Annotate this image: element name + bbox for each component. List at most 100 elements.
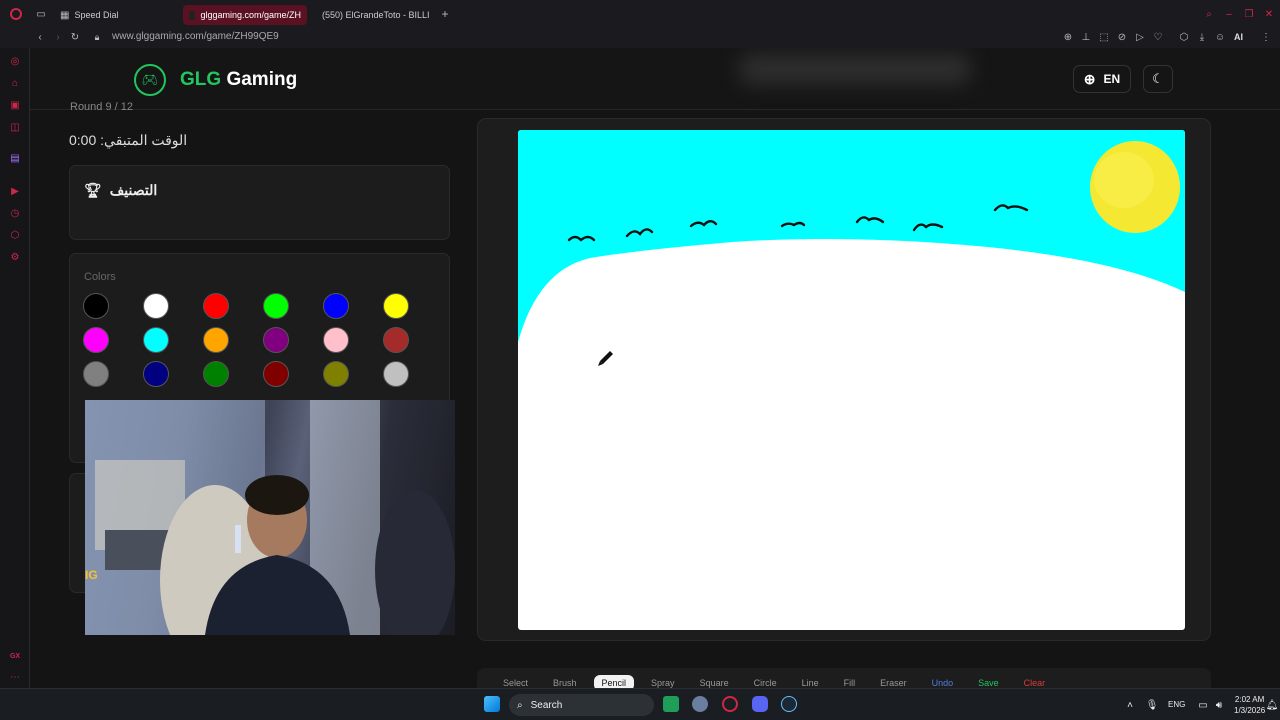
new-tab-icon[interactable]: + <box>439 7 451 21</box>
player-icon[interactable]: ▶ <box>8 184 22 198</box>
tray-chevron-icon[interactable]: ˄ <box>1124 699 1136 711</box>
windows-start-icon[interactable] <box>484 696 500 712</box>
play-icon[interactable]: ▷ <box>1134 31 1146 43</box>
language-indicator[interactable]: ENG <box>1168 700 1185 709</box>
maximize-icon[interactable]: ❐ <box>1243 8 1255 20</box>
tool-brush-button[interactable]: Brush <box>545 675 585 688</box>
back-icon[interactable]: ‹ <box>34 31 46 43</box>
round-label: Round 9 / 12 <box>70 101 133 113</box>
workspaces-icon[interactable]: ▭ <box>34 8 48 20</box>
webcam-overlay: IG <box>85 400 455 635</box>
browser-tab-bar: ▭ ▦ Speed Dial glggaming.com/game/ZH (55… <box>0 0 1280 28</box>
discord-icon[interactable] <box>752 696 768 712</box>
color-swatch[interactable] <box>323 327 349 353</box>
color-swatch[interactable] <box>83 361 109 387</box>
tool-fill-button[interactable]: Fill <box>836 675 864 688</box>
tab-glggaming[interactable]: glggaming.com/game/ZH <box>183 5 307 25</box>
color-swatch[interactable] <box>323 361 349 387</box>
lock-icon[interactable]: 🔒︎ <box>91 31 103 43</box>
zoom-icon[interactable]: ⊕ <box>1062 31 1074 43</box>
color-swatch[interactable] <box>203 327 229 353</box>
close-window-icon[interactable]: ✕ <box>1263 8 1275 20</box>
color-swatch[interactable] <box>203 293 229 319</box>
color-swatch[interactable] <box>383 327 409 353</box>
color-swatch[interactable] <box>143 293 169 319</box>
site-brand[interactable]: GLG Gaming <box>180 69 297 91</box>
color-swatch[interactable] <box>143 327 169 353</box>
app-icon[interactable] <box>663 696 679 712</box>
drawing-canvas[interactable] <box>518 130 1185 630</box>
brand-rest: Gaming <box>226 69 298 90</box>
color-swatch[interactable] <box>383 361 409 387</box>
instagram-icon[interactable]: ◫ <box>8 120 22 134</box>
color-swatch[interactable] <box>143 361 169 387</box>
tool-save-button[interactable]: Save <box>970 675 1007 688</box>
globe-icon: ⊕ <box>1083 70 1096 87</box>
twitch-icon[interactable]: ▤ <box>8 151 22 165</box>
address-bar: ‹ › ↻ 🔒︎ www.glggaming.com/game/ZH99QE9 … <box>0 28 1280 48</box>
color-swatch[interactable] <box>323 293 349 319</box>
url-field[interactable]: www.glggaming.com/game/ZH99QE9 <box>112 31 279 42</box>
glg-favicon-icon <box>189 10 196 20</box>
leaderboard-card: 🏆︎ التصنيف <box>69 165 450 240</box>
reload-icon[interactable]: ↻ <box>69 31 81 43</box>
clock-date: 1/3/2026 <box>1234 706 1266 715</box>
tool-pencil-button[interactable]: Pencil <box>593 675 635 688</box>
gx-corner-icon[interactable]: ⌂ <box>8 76 22 90</box>
settings-icon[interactable]: ⚙ <box>8 250 22 264</box>
tool-undo-button[interactable]: Undo <box>924 675 962 688</box>
taskbar-clock[interactable]: 2:02 AM 1/3/2026 <box>1234 694 1265 716</box>
messenger-icon[interactable]: ▣ <box>8 98 22 112</box>
aria-ai-button[interactable]: AI <box>1234 32 1243 42</box>
steam-icon[interactable] <box>781 696 797 712</box>
network-icon[interactable]: ▭ <box>1197 699 1209 711</box>
forward-icon[interactable]: › <box>52 31 64 43</box>
tab-label: glggaming.com/game/ZH <box>200 10 301 20</box>
opera-logo-icon[interactable] <box>10 8 22 20</box>
color-swatch[interactable] <box>83 293 109 319</box>
opera-gx-taskbar-icon[interactable] <box>722 696 738 712</box>
tool-circle-button[interactable]: Circle <box>746 675 785 688</box>
color-swatch[interactable] <box>203 361 229 387</box>
language-button[interactable]: ⊕ EN <box>1073 65 1131 93</box>
tool-line-button[interactable]: Line <box>794 675 827 688</box>
tool-select-button[interactable]: Select <box>495 675 536 688</box>
adblock-icon[interactable]: ⊘ <box>1116 31 1128 43</box>
history-icon[interactable]: ◷ <box>8 206 22 220</box>
tab-label: Speed Dial <box>74 10 119 20</box>
theme-toggle-button[interactable]: ☾ <box>1143 65 1173 93</box>
extensions-icon[interactable]: ⬡ <box>1178 31 1190 43</box>
gamepad-logo-icon[interactable]: 🎮︎ <box>134 64 166 96</box>
color-swatch[interactable] <box>263 293 289 319</box>
webcam-sign-text: IG <box>85 568 98 582</box>
canvas-container <box>477 118 1211 641</box>
volume-icon[interactable]: 🔊︎ <box>1213 699 1225 711</box>
tab-youtube[interactable]: (550) ElGrandeToto - BILLI <box>311 5 435 25</box>
heart-icon[interactable]: ♡ <box>1152 31 1164 43</box>
search-icon: ⌕ <box>517 699 523 711</box>
profile-icon[interactable]: ☺ <box>1214 31 1226 43</box>
color-swatch[interactable] <box>263 361 289 387</box>
minimize-icon[interactable]: – <box>1223 8 1235 20</box>
taskbar-search[interactable]: ⌕ Search <box>509 694 654 716</box>
extensions-sidebar-icon[interactable]: ⬡ <box>8 228 22 242</box>
aria-icon[interactable]: ◎ <box>8 54 22 68</box>
settings-app-icon[interactable] <box>692 696 708 712</box>
more-icon[interactable]: ⋯ <box>8 670 22 684</box>
download-icon[interactable]: ⤓ <box>1196 31 1208 43</box>
tool-spray-button[interactable]: Spray <box>643 675 683 688</box>
microphone-icon[interactable]: 🎙︎ <box>1146 699 1159 711</box>
menu-icon[interactable]: ⋮ <box>1260 31 1272 43</box>
snapshot-icon[interactable]: ⬚ <box>1098 31 1110 43</box>
color-swatch[interactable] <box>263 327 289 353</box>
notifications-icon[interactable]: 🔔︎ <box>1266 699 1279 711</box>
tool-eraser-button[interactable]: Eraser <box>872 675 915 688</box>
search-label: Search <box>530 699 563 711</box>
tab-speed-dial[interactable]: ▦ Speed Dial <box>54 5 179 25</box>
search-tabs-icon[interactable]: ⌕ <box>1203 8 1215 20</box>
color-swatch[interactable] <box>83 327 109 353</box>
tool-clear-button[interactable]: Clear <box>1016 675 1054 688</box>
color-swatch[interactable] <box>383 293 409 319</box>
pin-icon[interactable]: ⊥ <box>1080 31 1092 43</box>
tool-square-button[interactable]: Square <box>692 675 737 688</box>
